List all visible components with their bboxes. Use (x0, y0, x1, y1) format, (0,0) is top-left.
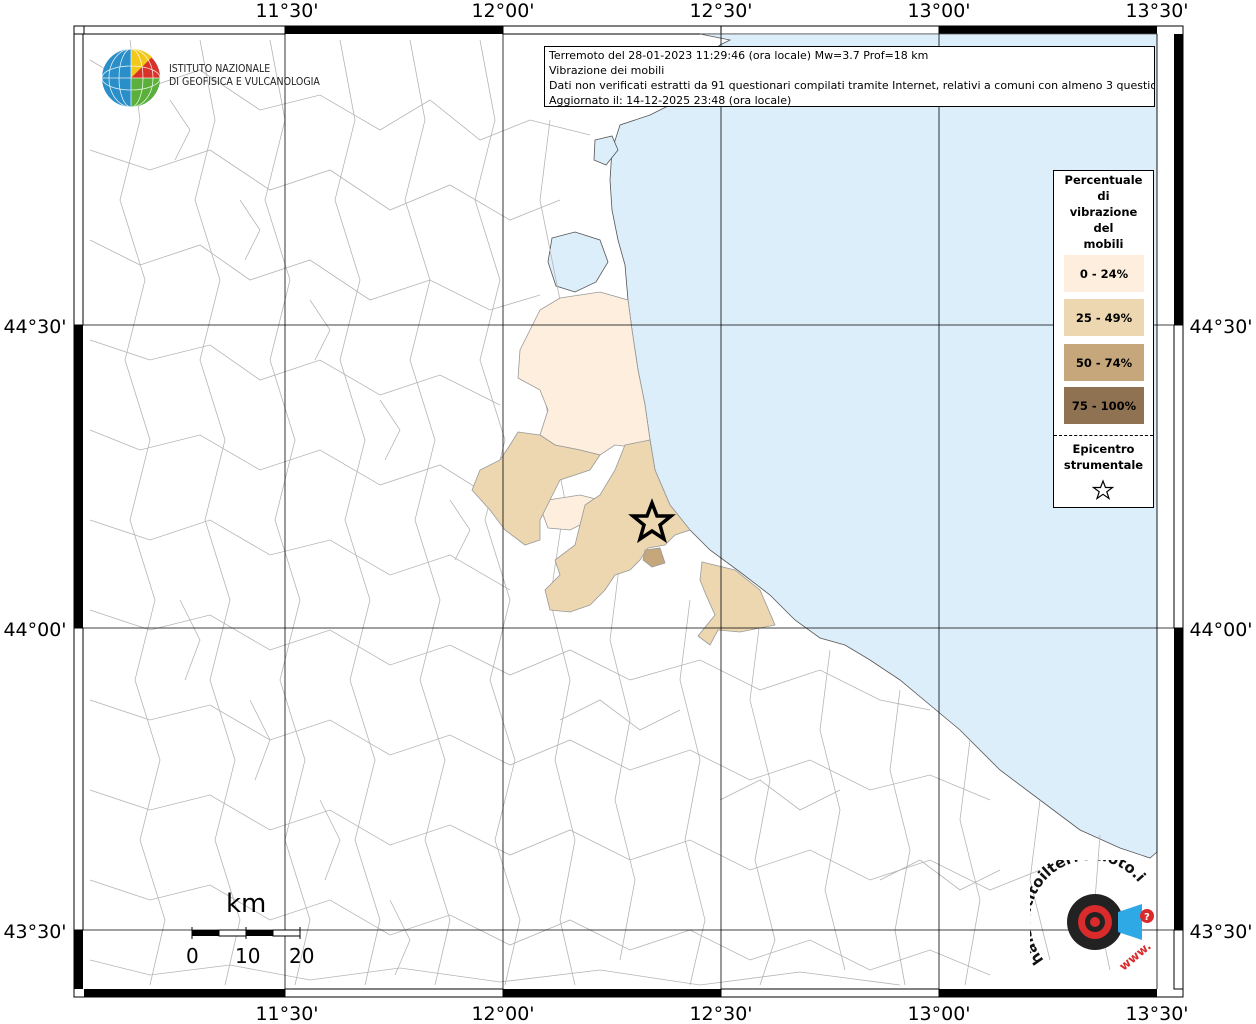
coord-label: 43°30' (3, 921, 66, 943)
coord-label: 44°00' (1189, 619, 1252, 641)
legend: Percentuale di vibrazione del mobili 0 -… (1053, 170, 1154, 508)
legend-class-75-100: 75 - 100% (1064, 387, 1144, 424)
haisentito-logo: haisentitoilterremoto.it ? www. (1030, 860, 1154, 974)
coord-labels-top: 11°30' 12°00' 12°30' 13°00' 13°30' (255, 0, 1188, 22)
ingv-globe-icon (101, 48, 161, 108)
legend-title: Percentuale di vibrazione del mobili (1064, 173, 1143, 251)
event-info-box: Terremoto del 28-01-2023 11:29:46 (ora l… (544, 46, 1155, 107)
legend-class-50-74: 50 - 74% (1064, 344, 1144, 381)
legend-class-25-49: 25 - 49% (1064, 299, 1144, 336)
watermark-url: www. (1116, 939, 1153, 974)
event-title: Terremoto del 28-01-2023 11:29:46 (ora l… (549, 49, 929, 62)
coord-label: 12°00' (471, 1003, 534, 1024)
coord-label: 12°30' (689, 0, 752, 22)
coord-label: 12°30' (689, 1003, 752, 1024)
coord-label: 13°00' (907, 1003, 970, 1024)
coord-labels-right: 44°30' 44°00' 43°30' (1189, 316, 1252, 943)
coord-label: 44°30' (1189, 316, 1252, 338)
coord-labels-left: 44°30' 44°00' 43°30' (3, 316, 66, 943)
logo-line1: ISTITUTO NAZIONALE (169, 63, 271, 75)
coord-label: 13°00' (907, 0, 970, 22)
coord-label: 12°00' (471, 0, 534, 22)
scale-label-0: 0 (186, 944, 199, 968)
legend-epicenter-label: Epicentro strumentale (1063, 442, 1144, 472)
coord-label: 44°00' (3, 619, 66, 641)
coord-label: 11°30' (255, 1003, 318, 1024)
coord-labels-bottom: 11°30' 12°00' 12°30' 13°00' 13°30' (255, 1003, 1188, 1024)
updated-at: Aggiornato il: 14-12-2025 23:48 (ora loc… (549, 94, 792, 107)
coord-label: 43°30' (1189, 921, 1252, 943)
coord-label: 13°30' (1125, 0, 1188, 22)
legend-divider (1054, 435, 1153, 436)
scale-label-20: 20 (289, 944, 315, 968)
scale-label-10: 10 (235, 944, 261, 968)
coord-label: 11°30' (255, 0, 318, 22)
svg-text:?: ? (1144, 912, 1150, 923)
map-subject: Vibrazione dei mobili (549, 64, 665, 77)
data-note: Dati non verificati estratti da 91 quest… (549, 79, 1155, 92)
star-icon (1092, 479, 1114, 501)
legend-class-0-24: 0 - 24% (1064, 255, 1144, 292)
scale-unit: km (226, 889, 267, 919)
logo-line2: DI GEOFISICA E VULCANOLOGIA (169, 76, 320, 88)
ingv-logo: ISTITUTO NAZIONALE DI GEOFISICA E VULCAN… (100, 47, 330, 111)
coord-label: 44°30' (3, 316, 66, 338)
coord-label: 13°30' (1125, 1003, 1188, 1024)
